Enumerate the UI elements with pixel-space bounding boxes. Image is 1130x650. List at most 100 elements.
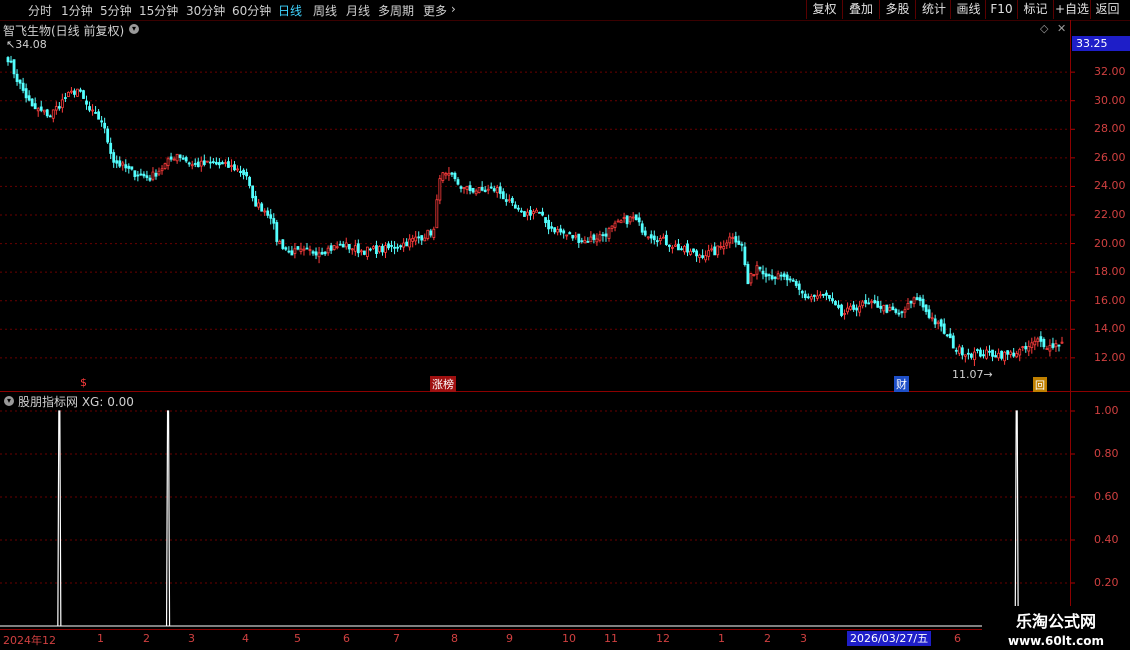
candle-body <box>239 170 242 174</box>
candle-body <box>825 292 828 296</box>
candle-body <box>329 245 333 251</box>
candle-body <box>384 245 387 253</box>
candle-body <box>338 243 342 246</box>
close-icon[interactable]: ✕ <box>1057 22 1066 35</box>
candle-body <box>27 95 31 101</box>
date-month-label: 12 <box>656 632 670 645</box>
candle-body <box>982 354 985 357</box>
candle-body <box>815 295 819 299</box>
high-price-value: 34.08 <box>15 38 47 51</box>
candle-body <box>791 279 795 282</box>
candle-body <box>803 293 807 299</box>
indicator-title: 股朋指标网 XG: 0.00 <box>18 395 134 409</box>
candle-body <box>692 248 695 253</box>
watermark-url: www.60lt.com <box>1007 634 1105 648</box>
candle-body <box>163 163 167 169</box>
candle-body <box>640 223 644 233</box>
candle-body <box>432 228 436 238</box>
date-month-label: 5 <box>294 632 301 645</box>
candle-body <box>15 73 19 82</box>
candle-body <box>103 122 107 129</box>
candle-body <box>855 307 859 311</box>
candle-body <box>30 98 34 107</box>
candle-body <box>1054 343 1058 348</box>
candle-body <box>42 109 46 113</box>
candle-body <box>438 178 442 201</box>
candle-body <box>169 156 173 160</box>
candle-body <box>459 186 463 189</box>
candle-body <box>205 160 209 163</box>
candle-body <box>387 243 390 249</box>
candle-body <box>480 186 484 191</box>
buyback-marker[interactable]: 回 <box>1033 377 1047 392</box>
candle-body <box>362 250 366 255</box>
current-price-tag: 33.25 <box>1072 36 1130 51</box>
finance-marker[interactable]: 财 <box>894 376 909 392</box>
candle-body <box>625 215 629 225</box>
candle-body <box>553 227 557 233</box>
candle-body <box>828 294 831 299</box>
candle-body <box>311 251 315 254</box>
candle-body <box>834 301 837 306</box>
price-axis-label: 18.00 <box>1094 265 1126 279</box>
price-axis-label: 28.00 <box>1094 122 1126 136</box>
candle-body <box>471 187 475 193</box>
candle-body <box>939 319 943 327</box>
candle-body <box>622 217 626 220</box>
candle-body <box>831 298 834 302</box>
candle-body <box>788 278 792 281</box>
chart-canvas[interactable] <box>0 0 1130 650</box>
indicator-chevron-icon[interactable]: ▾ <box>4 396 14 406</box>
candle-body <box>474 190 478 195</box>
candle-body <box>725 242 729 246</box>
candle-body <box>843 313 846 315</box>
candle-body <box>710 248 714 251</box>
candle-body <box>67 91 70 97</box>
candle-body <box>547 219 550 230</box>
candle-body <box>571 234 575 239</box>
candle-body <box>356 243 360 254</box>
candle-body <box>704 255 708 261</box>
candle-body <box>18 79 22 84</box>
candle-body <box>794 280 798 286</box>
candle-body <box>157 170 161 175</box>
candle-body <box>97 111 101 120</box>
price-axis-label: 16.00 <box>1094 293 1126 307</box>
candle-body <box>242 169 245 175</box>
candle-body <box>278 241 282 245</box>
candle-body <box>529 209 532 216</box>
candle-body <box>248 176 252 186</box>
candle-body <box>646 236 650 239</box>
candle-body <box>450 172 454 175</box>
candle-body <box>266 210 270 216</box>
diamond-icon[interactable]: ◇ <box>1040 22 1048 35</box>
price-axis-label: 26.00 <box>1094 150 1126 164</box>
candle-body <box>453 172 457 180</box>
candle-body <box>976 349 979 351</box>
candle-body <box>507 199 511 202</box>
limit-list-marker[interactable]: 涨榜 <box>430 376 456 392</box>
candle-body <box>637 217 641 223</box>
candle-body <box>785 274 789 281</box>
chevron-down-icon[interactable]: ▾ <box>129 24 139 34</box>
candle-body <box>577 233 581 243</box>
candle-body <box>523 211 526 217</box>
candle-body <box>408 238 412 248</box>
candle-body <box>942 323 946 334</box>
candle-body <box>435 199 439 229</box>
candle-body <box>130 166 134 170</box>
candle-body <box>858 305 862 313</box>
candle-body <box>1048 345 1052 352</box>
candle-body <box>643 230 647 236</box>
candle-body <box>806 296 810 299</box>
candle-body <box>127 165 131 169</box>
candle-body <box>254 195 258 207</box>
candle-body <box>332 245 336 250</box>
candle-body <box>305 247 309 250</box>
candle-body <box>1021 346 1025 349</box>
indicator-axis-label: 0.40 <box>1094 533 1119 546</box>
dividend-marker[interactable]: $ <box>80 376 87 389</box>
candle-body <box>764 273 768 277</box>
candle-body <box>196 161 200 168</box>
candle-body <box>33 103 37 110</box>
